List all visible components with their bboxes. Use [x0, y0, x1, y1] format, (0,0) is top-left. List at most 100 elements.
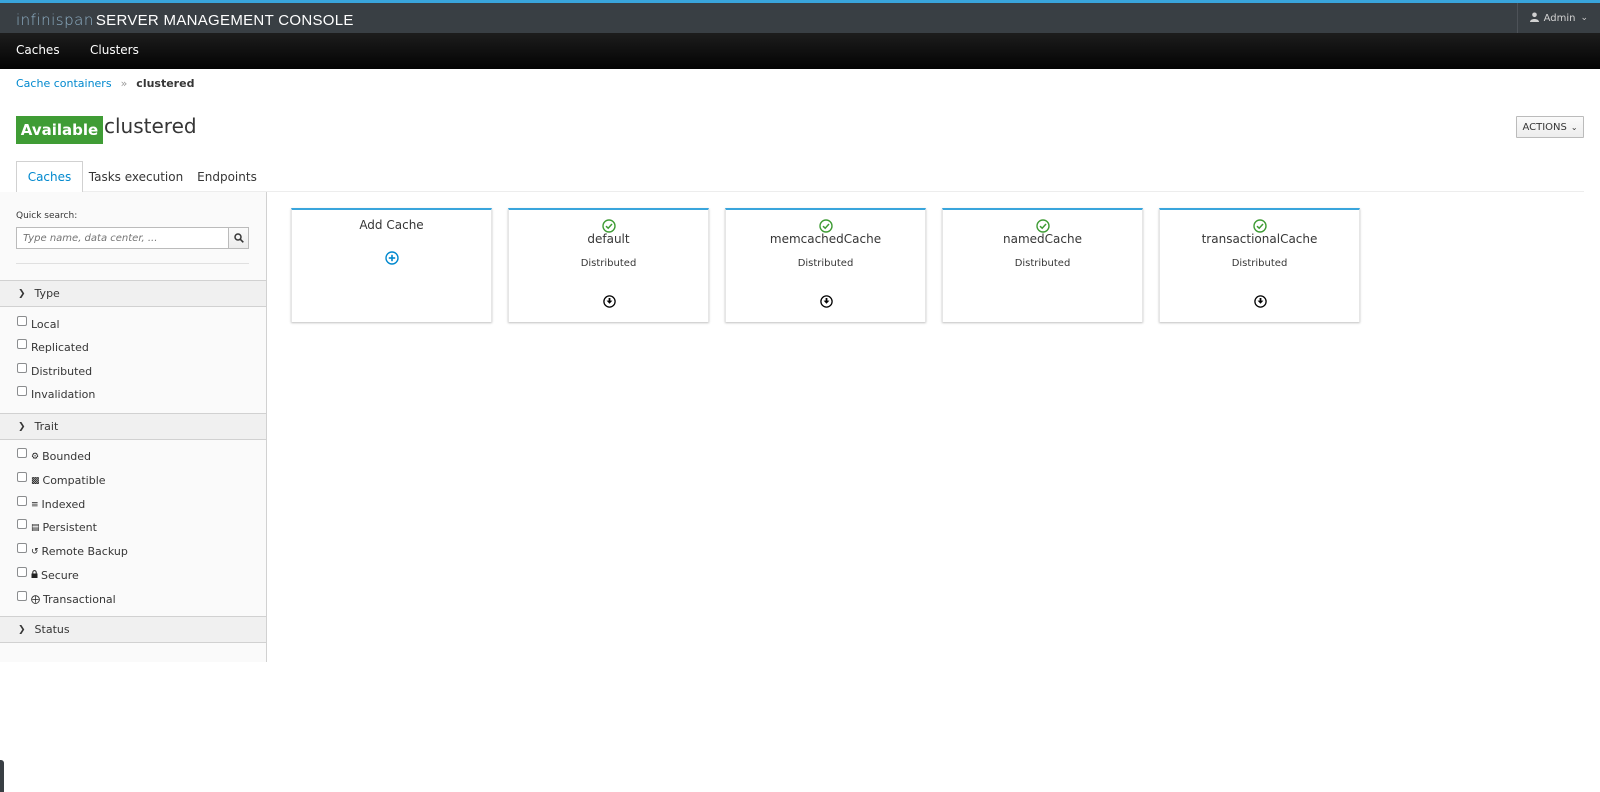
checkbox[interactable]: [17, 338, 27, 349]
checkbox[interactable]: [17, 542, 27, 553]
section-label: Trait: [34, 420, 59, 433]
chevron-right-icon: ❯: [18, 624, 26, 635]
filter-transactional[interactable]: ⨁ Transactional: [17, 590, 116, 606]
user-name: Admin: [1543, 12, 1576, 24]
section-label: Type: [34, 287, 60, 300]
filter-label: Distributed: [31, 365, 93, 378]
filter-local[interactable]: Local: [17, 315, 60, 331]
filter-label: Transactional: [43, 593, 116, 606]
filter-label: Compatible: [42, 474, 106, 487]
tab-caches[interactable]: Caches: [16, 161, 83, 193]
cache-card-default[interactable]: default Distributed: [508, 208, 709, 322]
checkbox[interactable]: [17, 362, 27, 373]
list-icon: ≡: [31, 499, 39, 510]
section-label: Status: [34, 623, 70, 636]
filter-label: Remote Backup: [41, 545, 128, 558]
actions-button[interactable]: ACTIONS ⌄: [1516, 116, 1584, 138]
cache-card-namedcache[interactable]: namedCache Distributed: [942, 208, 1143, 322]
filter-remote-backup[interactable]: ↺ Remote Backup: [17, 542, 128, 558]
infinispan-logo: infinispan: [16, 11, 94, 29]
filter-secure[interactable]: Secure: [17, 566, 79, 582]
filter-label: Indexed: [41, 498, 86, 511]
cache-mode: Distributed: [1231, 258, 1288, 269]
checkbox[interactable]: [17, 471, 27, 482]
filter-label: Replicated: [31, 341, 89, 354]
drawer-handle[interactable]: [0, 760, 4, 792]
filter-section-trait[interactable]: ❯ Trait: [0, 413, 266, 440]
quick-search-label: Quick search:: [16, 211, 78, 221]
add-circle-icon[interactable]: [384, 251, 399, 265]
user-icon: [1529, 12, 1539, 25]
cache-mode: Distributed: [580, 258, 637, 269]
masthead: infinispan SERVER MANAGEMENT CONSOLE Adm…: [0, 0, 1600, 33]
filter-compatible[interactable]: ▩ Compatible: [17, 471, 106, 487]
puzzle-icon: ▩: [31, 475, 40, 486]
download-circle-icon[interactable]: [819, 295, 833, 308]
check-circle-icon: [818, 219, 833, 233]
checkbox[interactable]: [17, 495, 27, 506]
checkbox[interactable]: [17, 315, 27, 326]
checkbox[interactable]: [17, 566, 27, 577]
breadcrumb-separator: »: [120, 77, 128, 90]
cache-card-transactionalcache[interactable]: transactionalCache Distributed: [1159, 208, 1360, 322]
filter-label: Invalidation: [31, 388, 96, 401]
status-badge: Available: [16, 116, 103, 144]
cache-name[interactable]: namedCache: [943, 232, 1142, 246]
add-cache-label: Add Cache: [359, 218, 424, 232]
filter-section-type[interactable]: ❯ Type: [0, 280, 266, 307]
cache-mode: Distributed: [1014, 258, 1071, 269]
chevron-down-icon: ⌄: [1570, 122, 1578, 132]
filter-label: Persistent: [42, 521, 97, 534]
breadcrumb: Cache containers » clustered: [16, 77, 194, 90]
filter-replicated[interactable]: Replicated: [17, 338, 89, 354]
add-cache-card[interactable]: Add Cache: [291, 208, 492, 322]
breadcrumb-cache-containers[interactable]: Cache containers: [16, 77, 112, 90]
search-icon: [233, 233, 244, 243]
filter-label: Secure: [41, 569, 79, 582]
page-title: clustered: [104, 114, 197, 138]
lock-icon: [31, 570, 38, 581]
cache-name[interactable]: default: [509, 232, 708, 246]
checkbox[interactable]: [17, 518, 27, 529]
database-icon: ▤: [31, 522, 40, 533]
chevron-right-icon: ❯: [18, 421, 26, 432]
primary-nav: Caches Clusters: [0, 33, 1600, 69]
download-circle-icon[interactable]: [602, 295, 616, 308]
divider: [16, 263, 249, 264]
check-circle-icon: [601, 219, 616, 233]
filter-indexed[interactable]: ≡ Indexed: [17, 495, 86, 511]
filter-persistent[interactable]: ▤ Persistent: [17, 518, 97, 534]
filter-invalidation[interactable]: Invalidation: [17, 385, 96, 401]
tab-bar: Caches Tasks execution Endpoints: [16, 161, 1584, 193]
filter-label: Local: [31, 318, 60, 331]
brand[interactable]: infinispan SERVER MANAGEMENT CONSOLE: [16, 10, 354, 30]
nav-item-caches[interactable]: Caches: [16, 43, 60, 57]
check-circle-icon: [1035, 219, 1050, 233]
filter-section-status[interactable]: ❯ Status: [0, 616, 266, 643]
nav-item-clusters[interactable]: Clusters: [90, 43, 139, 57]
filter-distributed[interactable]: Distributed: [17, 362, 93, 378]
download-circle-icon[interactable]: [1253, 295, 1267, 308]
chevron-down-icon: ⌄: [1580, 13, 1588, 23]
cache-mode: Distributed: [797, 258, 854, 269]
search-button[interactable]: [228, 227, 249, 249]
bounded-icon: ⚙: [31, 451, 40, 462]
checkbox[interactable]: [17, 590, 27, 601]
transaction-icon: ⨁: [31, 594, 40, 605]
filter-sidebar: Quick search: ❯ Type Local Replicated Di…: [0, 192, 267, 662]
cache-name[interactable]: transactionalCache: [1160, 232, 1359, 246]
checkbox[interactable]: [17, 447, 27, 458]
filter-bounded[interactable]: ⚙ Bounded: [17, 447, 91, 463]
check-circle-icon: [1252, 219, 1267, 233]
breadcrumb-current: clustered: [136, 77, 195, 90]
cache-card-memcachedcache[interactable]: memcachedCache Distributed: [725, 208, 926, 322]
tab-tasks-execution[interactable]: Tasks execution: [83, 161, 189, 192]
history-icon: ↺: [31, 546, 39, 557]
checkbox[interactable]: [17, 385, 27, 396]
cache-name[interactable]: memcachedCache: [726, 232, 925, 246]
user-menu[interactable]: Admin ⌄: [1516, 3, 1600, 33]
actions-label: ACTIONS: [1522, 121, 1567, 133]
tab-endpoints[interactable]: Endpoints: [189, 161, 265, 192]
chevron-right-icon: ❯: [18, 288, 26, 299]
quick-search-input[interactable]: [16, 227, 229, 249]
